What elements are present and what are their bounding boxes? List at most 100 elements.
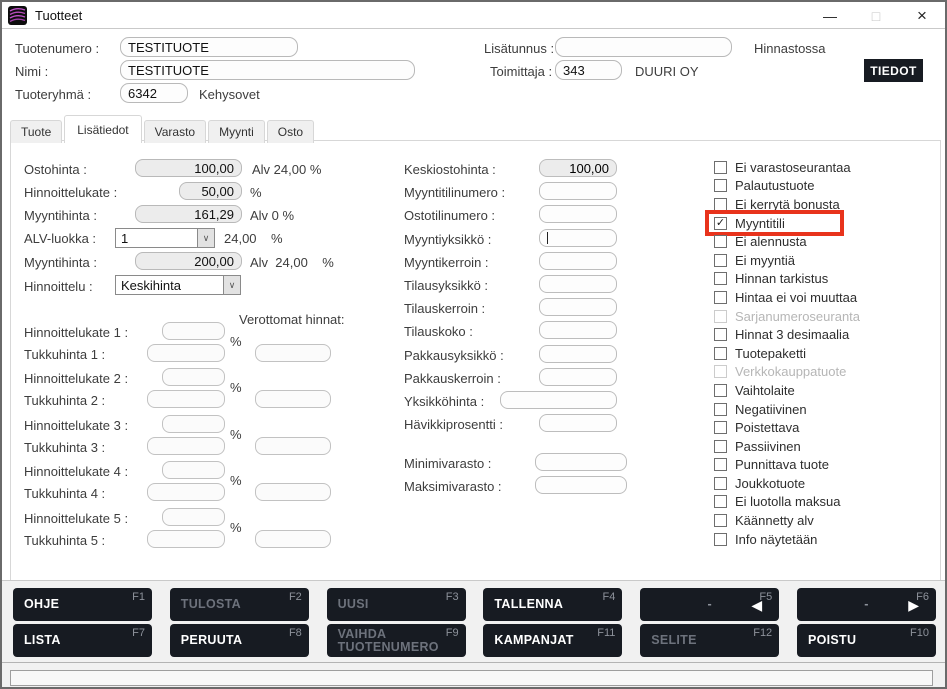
ostotilinumero-field[interactable] [539,205,617,223]
keskiostohinta-field[interactable]: 100,00 [539,159,617,177]
previous-button[interactable]: -F5◀ [640,588,779,621]
tukkuhinta-1-vat-free-field[interactable] [255,344,331,362]
ostotilinumero-label: Ostotilinumero : [404,208,495,223]
kaannetty-alv-checkbox[interactable] [714,514,727,527]
tukkuhinta-2-vat-free-field[interactable] [255,390,331,408]
kampanjat-button[interactable]: KAMPANJATF11 [483,624,622,657]
ei-kerryta-bonusta-checkbox[interactable] [714,198,727,211]
myyntihinta-label: Myyntihinta : [24,255,97,270]
yksikkohinta-field[interactable] [500,391,617,409]
tilauskerroin-field[interactable] [539,298,617,316]
supplier-field[interactable]: 343 [555,60,622,80]
poistu-button[interactable]: POISTUF10 [797,624,936,657]
tab-tuote[interactable]: Tuote [10,120,62,143]
negatiivinen-checkbox[interactable] [714,403,727,416]
tallenna-button[interactable]: TALLENNAF4 [483,588,622,621]
close-icon[interactable]: × [899,2,945,29]
myyntikerroin-field[interactable] [539,252,617,270]
hinnan-tarkistus-checkbox[interactable] [714,272,727,285]
checkbox-column: Ei varastoseurantaa PalautustuoteEi kerry… [714,158,860,548]
ohje-button[interactable]: OHJEF1 [13,588,152,621]
alv-luokka-select[interactable]: 1 ∨ [115,228,215,248]
vaihtolaite-checkbox[interactable] [714,384,727,397]
checkbox-row-ei-kerryta-bonusta: Ei kerrytä bonusta [714,195,860,214]
tukkuhinta-3-field[interactable] [147,437,225,455]
myyntitilinumero-label: Myyntitilinumero : [404,185,505,200]
details-button[interactable]: TIEDOT [864,59,923,82]
chevron-down-icon[interactable]: ∨ [223,276,240,294]
hinnoittelukate-1-field[interactable] [162,322,225,340]
peruuta-button[interactable]: PERUUTAF8 [170,624,309,657]
tukkuhinta-5-field[interactable] [147,530,225,548]
checkbox-label: Info näytetään [735,532,817,547]
chevron-down-icon[interactable]: ∨ [197,229,214,247]
name-field[interactable]: TESTITUOTE [120,60,415,80]
window-title: Tuotteet [35,8,82,23]
tukkuhinta-1-field[interactable] [147,344,225,362]
product-number-label: Tuotenumero : [15,41,99,56]
hinnoittelukate-2-field[interactable] [162,368,225,386]
hinnoittelukate-field[interactable]: 50,00 [179,182,242,200]
checkbox-label: Ei myyntiä [735,253,795,268]
tukkuhinta-5-label: Tukkuhinta 5 : [24,533,105,548]
maksimivarasto-field[interactable] [535,476,627,494]
tilauskoko-field[interactable] [539,321,617,339]
myyntitilinumero-field[interactable] [539,182,617,200]
tab-myynti[interactable]: Myynti [208,120,265,143]
passiivinen-checkbox[interactable] [714,440,727,453]
joukkotuote-checkbox[interactable] [714,477,727,490]
minimize-icon[interactable]: — [807,2,853,29]
ostohinta-field[interactable]: 100,00 [135,159,242,177]
pakkauskerroin-field[interactable] [539,368,617,386]
product-number-field[interactable]: TESTITUOTE [120,37,298,57]
poistettava-checkbox[interactable] [714,421,727,434]
tilausyksikko-field[interactable] [539,275,617,293]
checkbox-label: Hinnat 3 desimaalia [735,327,849,342]
tab-lisatiedot[interactable]: Lisätiedot [64,115,141,143]
hinnoittelukate-5-field[interactable] [162,508,225,526]
button-label: UUSI [338,598,369,611]
tulosta-button: TULOSTAF2 [170,588,309,621]
keskiostohinta-row: Keskiostohinta :100,00 [404,159,634,182]
tukkuhinta-4-vat-free-field[interactable] [255,483,331,501]
extra-id-field[interactable] [555,37,732,57]
myyntihinta-field[interactable]: 200,00 [135,252,242,270]
checkbox-label: Ei kerrytä bonusta [735,197,840,212]
tab-osto[interactable]: Osto [267,120,314,143]
wholesale-pair-5: Hinnoittelukate 5 :%Tukkuhinta 5 : [12,506,342,552]
pakkausyksikko-field[interactable] [539,345,617,363]
tuotepaketti-checkbox[interactable] [714,347,727,360]
lista-button[interactable]: LISTAF7 [13,624,152,657]
ei-myyntia-checkbox[interactable] [714,254,727,267]
hinnoittelu-select[interactable]: Keskihinta ∨ [115,275,241,295]
fkey-label: F9 [446,627,459,639]
minimivarasto-field[interactable] [535,453,627,471]
info-naytetaan-checkbox[interactable] [714,533,727,546]
myyntihinta-veroton-field[interactable]: 161,29 [135,205,242,223]
product-group-field[interactable]: 6342 [120,83,188,103]
hinnoittelukate-3-field[interactable] [162,415,225,433]
myyntiyksikko-field[interactable] [539,229,617,247]
tukkuhinta-2-label: Tukkuhinta 2 : [24,393,105,408]
hintaa-ei-voi-muuttaa-checkbox[interactable] [714,291,727,304]
tukkuhinta-4-field[interactable] [147,483,225,501]
checkbox-label: Ei luotolla maksua [735,494,841,509]
hinnat-3-desimaalia-checkbox[interactable] [714,328,727,341]
next-button[interactable]: -F6▶ [797,588,936,621]
checkbox-label: Ei varastoseurantaa [735,160,851,175]
checkbox-row-ei-myyntia: Ei myyntiä [714,251,860,270]
tukkuhinta-3-vat-free-field[interactable] [255,437,331,455]
havikkiprosentti-field[interactable] [539,414,617,432]
ei-varastoseurantaa-checkbox[interactable] [714,161,727,174]
ei-alennusta-checkbox[interactable] [714,235,727,248]
punnittava-tuote-checkbox[interactable] [714,458,727,471]
tukkuhinta-5-vat-free-field[interactable] [255,530,331,548]
hinnoittelukate-4-field[interactable] [162,461,225,479]
ei-luotolla-maksua-checkbox[interactable] [714,495,727,508]
palautustuote-checkbox[interactable] [714,179,727,192]
havikkiprosentti-row: Hävikkiprosentti : [404,414,634,437]
myyntitili-checkbox[interactable]: ✓ [714,217,727,230]
checkbox-row-palautustuote: Palautustuote [714,177,860,196]
tukkuhinta-2-field[interactable] [147,390,225,408]
tab-varasto[interactable]: Varasto [144,120,206,143]
